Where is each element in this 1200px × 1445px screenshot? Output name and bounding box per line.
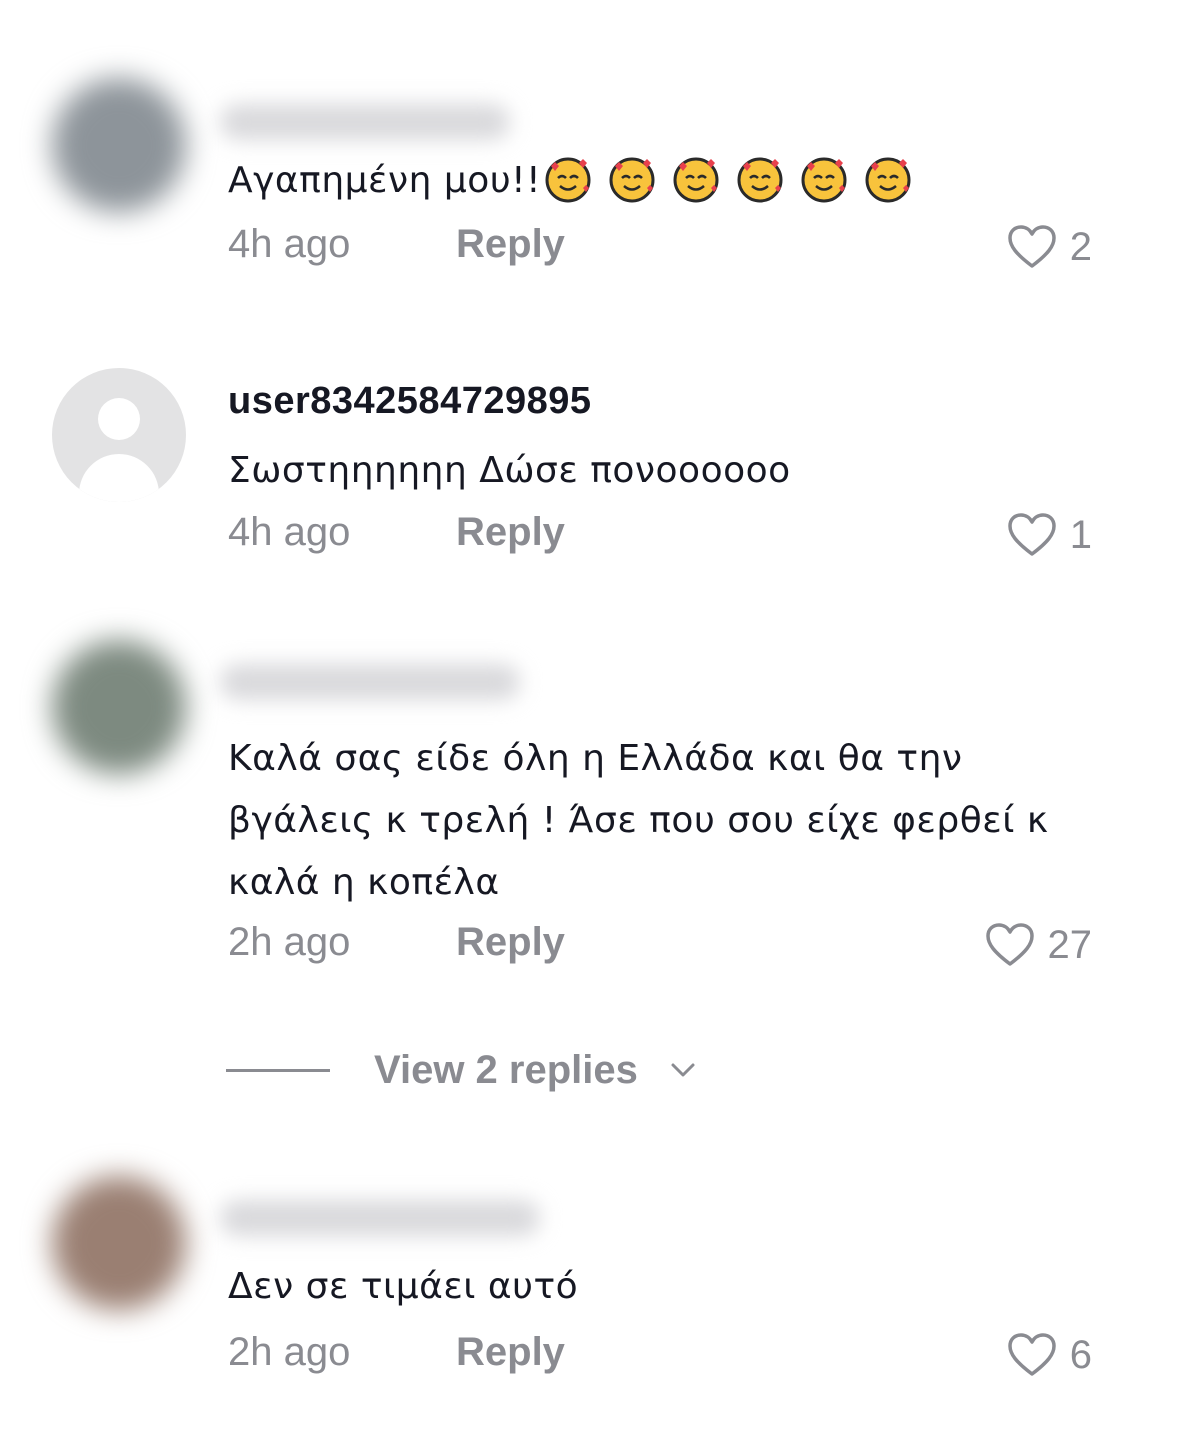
comment-timestamp: 4h ago <box>228 222 351 266</box>
reply-button[interactable]: Reply <box>456 510 565 555</box>
like-button[interactable]: 6 <box>1006 1330 1092 1380</box>
username[interactable]: user8342584729895 <box>228 380 592 423</box>
username-blurred[interactable] <box>220 1200 540 1236</box>
reply-button[interactable]: Reply <box>456 920 565 965</box>
comment-text: Σωστηηηηηη Δώσε πονοοοοοο <box>228 450 791 491</box>
comment-text: Καλά σας είδε όλη η Ελλάδα και θα την βγ… <box>228 738 1049 903</box>
default-avatar-head <box>98 398 140 440</box>
smiling-face-with-hearts-icon <box>609 157 655 203</box>
smiling-face-with-hearts-icon <box>545 157 591 203</box>
view-replies-button[interactable]: View 2 replies <box>226 1044 698 1096</box>
heart-icon <box>1008 1333 1056 1376</box>
username-blurred[interactable] <box>220 664 520 700</box>
avatar[interactable] <box>52 368 186 502</box>
smiling-face-with-hearts-icon <box>801 157 847 203</box>
like-count: 1 <box>1069 512 1092 557</box>
replies-divider-line <box>226 1068 330 1072</box>
comment-timestamp: 4h ago <box>228 510 351 554</box>
like-button[interactable]: 1 <box>1006 510 1092 560</box>
comment-timestamp: 2h ago <box>228 920 351 964</box>
reply-button[interactable]: Reply <box>456 1330 565 1375</box>
reply-button[interactable]: Reply <box>456 222 565 267</box>
comment-text-content: Αγαπημένη μου!! <box>228 160 542 201</box>
username-blurred[interactable] <box>220 104 510 140</box>
comment-timestamp: 2h ago <box>228 1330 351 1374</box>
comment-text: Δεν σε τιμάει αυτό <box>228 1266 579 1307</box>
like-button[interactable]: 27 <box>984 920 1093 970</box>
like-count: 2 <box>1069 224 1092 269</box>
like-count: 27 <box>1047 922 1093 967</box>
smiling-face-with-hearts-icon <box>865 157 911 203</box>
default-avatar-body <box>79 454 159 502</box>
avatar[interactable] <box>52 78 186 212</box>
avatar[interactable] <box>52 1176 186 1310</box>
like-count: 6 <box>1069 1332 1092 1377</box>
avatar[interactable] <box>52 640 186 774</box>
view-replies-label: View 2 replies <box>374 1047 638 1092</box>
smiling-face-with-hearts-icon <box>673 157 719 203</box>
like-button[interactable]: 2 <box>1006 222 1092 272</box>
comment-text: Αγαπημένη μου!! <box>228 150 1108 213</box>
emoji-row <box>543 151 927 213</box>
heart-icon <box>985 923 1034 966</box>
heart-icon <box>1008 513 1056 556</box>
chevron-down-icon <box>671 1063 695 1077</box>
heart-icon <box>1008 225 1056 268</box>
smiling-face-with-hearts-icon <box>737 157 783 203</box>
